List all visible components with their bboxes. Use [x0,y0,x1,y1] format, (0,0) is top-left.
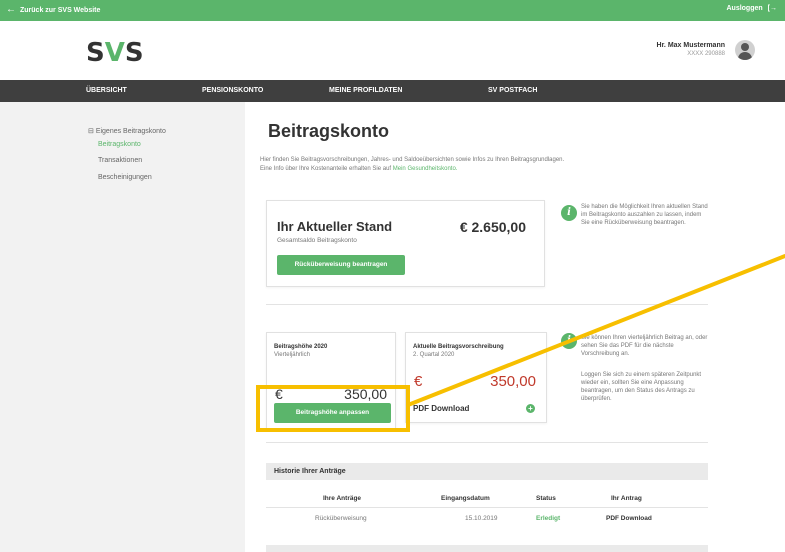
logout-label: Ausloggen [726,5,763,12]
logout-icon: [→ [767,5,777,12]
back-to-website-link[interactable]: ← Zurück zur SVS Website [6,5,100,15]
divider [266,304,708,305]
logo-letter-v: V [104,38,125,68]
logo-letter-s: S [86,38,105,68]
sidebar-item-beitragskonto[interactable]: Beitragskonto [98,141,141,148]
info-icon: i [561,205,577,221]
balance-subtitle: Gesamtsaldo Beitragskonto [277,237,357,244]
row-separator [266,507,708,508]
column-header-eingangsdatum: Eingangsdatum [441,495,490,502]
vorschreibung-amount: 350,00 [490,373,536,390]
column-header-antraege: Ihre Anträge [323,495,362,502]
history-header: Historie Ihrer Anträge [266,463,708,480]
beitragshoehe-subtitle: Vierteljährlich [274,352,310,358]
info-text-vorschreibung: Sie können Ihren vierteljährlich Beitrag… [581,335,708,357]
table-pdf-download-link[interactable]: PDF Download [606,515,652,522]
info-text-status: Loggen Sie sich zu einem späteren Zeitpu… [581,372,702,402]
user-info: Hr. Max Mustermann XXXX 290888 [657,42,725,57]
intro-text: Hier finden Sie Beitragsvorschreibungen,… [260,156,720,174]
nav-item-profildaten[interactable]: MEINE PROFILDATEN [329,87,402,94]
header: SVS Hr. Max Mustermann XXXX 290888 [0,21,785,80]
sidebar-parent[interactable]: ⊟ Eigenes Beitragskonto [88,127,166,135]
sidebar-item-transaktionen[interactable]: Transaktionen [98,157,142,164]
avatar[interactable] [735,40,755,60]
info-text-rueckueberweisung: Sie haben die Möglichkeit Ihren aktuelle… [581,204,708,226]
rueckueberweisung-button[interactable]: Rücküberweisung beantragen [277,255,405,275]
nav-item-pensionskonto[interactable]: PENSIONSKONTO [202,87,263,94]
nav-item-uebersicht[interactable]: ÜBERSICHT [86,87,127,94]
sidebar: ⊟ Eigenes Beitragskonto Beitragskonto Tr… [0,102,245,552]
sidebar-parent-label: Eigenes Beitragskonto [95,128,166,135]
column-header-status: Status [536,495,556,502]
user-number: XXXX 290888 [687,51,725,57]
intro-line-2: Eine Info über Ihre Kostenanteile erhalt… [260,166,392,172]
vorschreibung-subtitle: 2. Quartal 2020 [413,352,455,358]
vorschreibung-title: Aktuelle Beitragsvorschreibung [413,344,504,350]
intro-line-1: Hier finden Sie Beitragsvorschreibungen,… [260,157,565,163]
user-name: Hr. Max Mustermann [656,42,725,49]
beitragshoehe-anpassen-button[interactable]: Beitragshöhe anpassen [274,403,391,423]
back-to-website-label: Zurück zur SVS Website [20,6,101,14]
pdf-download-link[interactable]: PDF Download [413,404,469,413]
balance-amount: € 2.650,00 [459,219,526,235]
table-cell-datum: 15.10.2019 [465,515,498,522]
gesundheitskonto-link[interactable]: Mein Gesundheitskonto. [393,166,458,172]
table-cell-antrag: Rücküberweisung [315,515,367,522]
beitragshoehe-amount: 350,00 [344,386,387,402]
plus-icon[interactable]: + [526,404,535,413]
svs-logo[interactable]: SVS [86,38,144,68]
status-badge: Erledigt [536,515,561,522]
divider [266,442,708,443]
main-content: Beitragskonto Hier finden Sie Beitragsvo… [245,102,785,552]
top-bar: ← Zurück zur SVS Website Ausloggen [→ [0,0,785,21]
logo-letter-s2: S [124,38,144,68]
beitragshoehe-card: Beitragshöhe 2020 Vierteljährlich € 350,… [266,332,396,429]
nav-item-sv-postfach[interactable]: SV POSTFACH [488,87,537,94]
current-balance-card: Ihr Aktueller Stand Gesamtsaldo Beitrags… [266,200,545,287]
column-header-antrag: Ihr Antrag [611,495,642,502]
page-title: Beitragskonto [268,121,390,141]
beitragshoehe-currency: € [275,386,283,402]
info-icon: i [561,333,577,349]
beitragshoehe-title: Beitragshöhe 2020 [274,344,328,350]
main-nav: ÜBERSICHT PENSIONSKONTO MEINE PROFILDATE… [0,80,785,102]
vorschreibung-currency: € [414,373,423,390]
history-title: Historie Ihrer Anträge [274,468,346,475]
beitragsvorschreibung-card: Aktuelle Beitragsvorschreibung 2. Quarta… [405,332,547,423]
next-section-header [266,545,708,552]
arrow-left-icon: ← [6,4,16,15]
balance-title: Ihr Aktueller Stand [277,219,393,234]
sidebar-item-bescheinigungen[interactable]: Bescheinigungen [98,174,152,181]
logout-link[interactable]: Ausloggen [→ [726,5,777,12]
